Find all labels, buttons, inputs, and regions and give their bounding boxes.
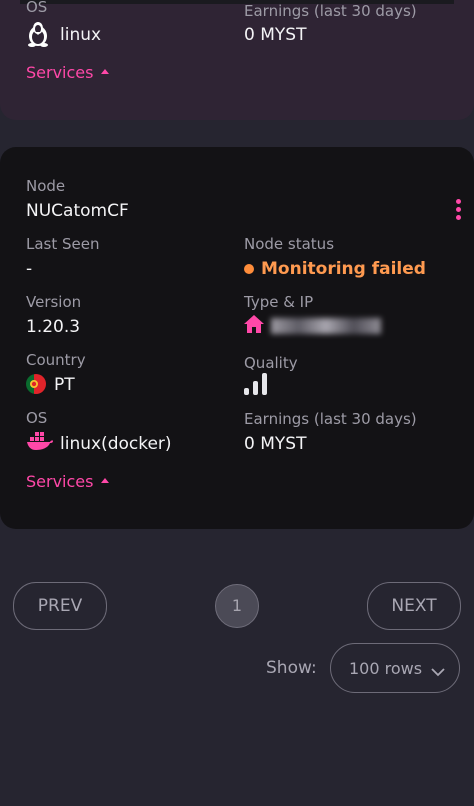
version-value: 1.20.3 [26, 317, 81, 337]
prev-services-toggle[interactable]: Services [26, 63, 110, 82]
country-value: PT [54, 375, 75, 395]
country-label: Country [26, 351, 86, 369]
portugal-flag-icon [26, 374, 46, 398]
os-value: linux(docker) [60, 434, 172, 454]
earnings-value: 0 MYST [244, 434, 307, 454]
page-number-1[interactable]: 1 [215, 584, 259, 628]
services-label: Services [26, 63, 94, 82]
rows-per-page-select[interactable]: 100 rows [330, 643, 460, 693]
prev-earnings-label: Earnings (last 30 days) [244, 2, 417, 20]
services-toggle[interactable]: Services [26, 472, 110, 491]
prev-button[interactable]: PREV [13, 582, 107, 630]
type-ip-label: Type & IP [244, 293, 314, 311]
chevron-up-icon [101, 478, 110, 483]
node-status-label: Node status [244, 235, 335, 253]
last-seen-label: Last Seen [26, 235, 100, 253]
prev-os-label: OS [26, 0, 48, 16]
node-name: NUCatomCF [26, 201, 129, 221]
prev-earnings-value: 0 MYST [244, 25, 307, 45]
show-label: Show: [266, 658, 317, 678]
last-seen-value: - [26, 259, 33, 279]
version-label: Version [26, 293, 82, 311]
ip-address-redacted [271, 318, 381, 334]
chevron-up-icon [101, 69, 110, 74]
services-label: Services [26, 472, 94, 491]
status-dot-icon [244, 264, 254, 274]
rows-per-page-value: 100 rows [349, 659, 423, 678]
home-icon [243, 314, 265, 338]
tux-icon [26, 21, 50, 51]
node-label: Node [26, 177, 66, 195]
os-label: OS [26, 409, 48, 427]
node-status-value: Monitoring failed [261, 259, 426, 279]
signal-bars-icon [244, 373, 274, 395]
earnings-label: Earnings (last 30 days) [244, 410, 417, 428]
next-button[interactable]: NEXT [367, 582, 461, 630]
quality-label: Quality [244, 354, 298, 372]
prev-os-value: linux [60, 25, 102, 45]
chevron-down-icon [431, 662, 445, 681]
kebab-menu-icon[interactable] [454, 199, 462, 225]
docker-icon [26, 431, 54, 455]
